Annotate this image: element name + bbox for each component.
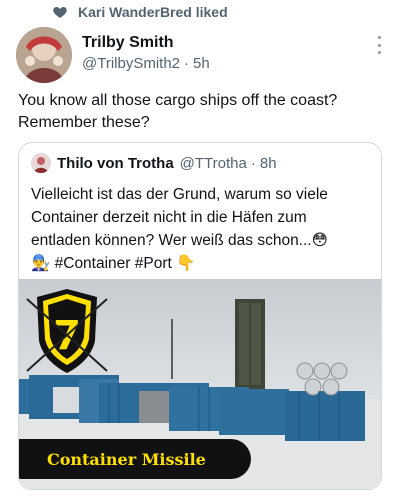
quoted-tweet-time: 8h	[259, 154, 277, 172]
quoted-author-handle: @TTrotha	[179, 154, 247, 172]
quoted-text-line: Vielleicht ist das der Grund, warum so v…	[31, 186, 328, 203]
quoted-text-line: entladen können? Wer weiß das schon...😳	[31, 232, 328, 249]
quoted-text-line: Container derzeit nicht in die Häfen zum	[31, 209, 307, 226]
liked-by-text: Kari WanderBred liked	[78, 4, 228, 20]
tweet-text-line: You know all those cargo ships off the c…	[18, 92, 338, 109]
quoted-author-name: Thilo von Trotha	[57, 154, 174, 172]
heart-icon	[53, 7, 67, 18]
quoted-author-meta: @TTrotha · 8h	[180, 155, 277, 172]
media-caption-bar: Container Missile	[19, 439, 251, 479]
social-context[interactable]: Kari WanderBred liked	[52, 2, 228, 22]
quoted-hashtag-line: 👨‍🔧 #Container #Port 👇	[31, 252, 371, 275]
quoted-tweet[interactable]: Thilo von Trotha @TTrotha · 8h Vielleich…	[18, 142, 382, 490]
meta-separator: ·	[184, 55, 190, 72]
quoted-tweet-text: Vielleicht ist das der Grund, warum so v…	[31, 183, 371, 275]
avatar-image	[16, 27, 72, 83]
media-caption: Container Missile	[47, 449, 206, 469]
author-name[interactable]: Trilby Smith	[82, 34, 174, 52]
tweet-time[interactable]: 5h	[193, 55, 210, 72]
tweet-text-line: Remember these?	[18, 114, 150, 131]
unit-shield-logo: 7	[26, 289, 108, 373]
quoted-media-image[interactable]: 7 Container Missile	[19, 279, 381, 489]
author-avatar[interactable]	[16, 27, 72, 83]
meta-separator: ·	[250, 154, 256, 172]
mechanic-emoji: 👨‍🔧	[31, 255, 51, 272]
author-handle[interactable]: @TrilbySmith2	[82, 55, 180, 72]
more-options-icon[interactable]	[376, 36, 382, 54]
hashtags[interactable]: #Container #Port	[55, 255, 172, 272]
pointing-down-emoji: 👇	[176, 255, 196, 272]
author-meta: @TrilbySmith2 · 5h	[82, 55, 210, 72]
quoted-author-avatar	[31, 153, 51, 173]
quoted-tweet-header: Thilo von Trotha @TTrotha · 8h	[31, 153, 277, 173]
tweet-text: You know all those cargo ships off the c…	[18, 90, 378, 134]
